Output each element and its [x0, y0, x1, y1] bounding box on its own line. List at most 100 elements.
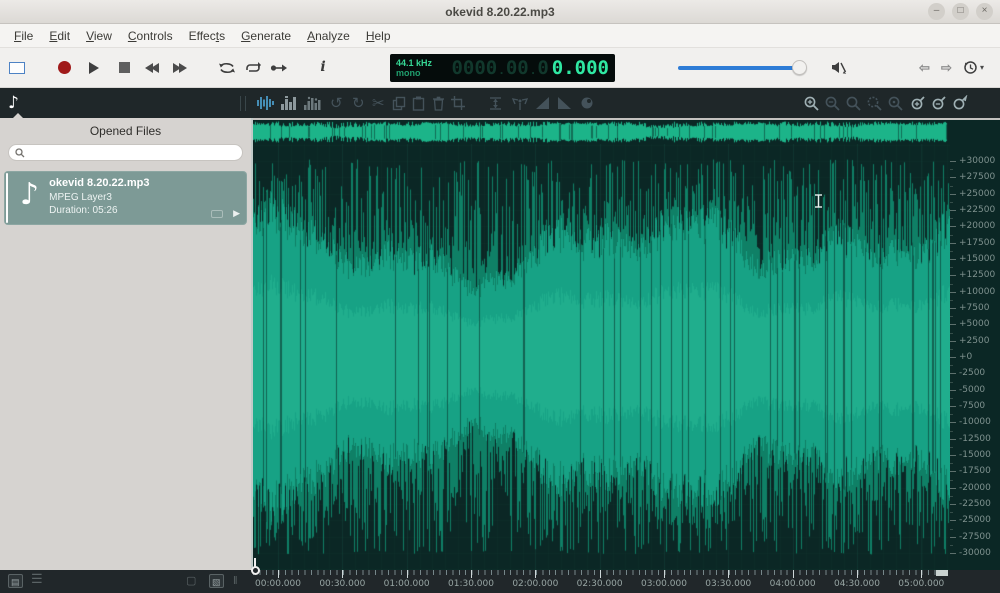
- zoom-original-icon[interactable]: [887, 88, 904, 118]
- waveform-view-icon[interactable]: [256, 88, 274, 118]
- overview-strip[interactable]: [253, 118, 1000, 144]
- amplitude-minor-tick: [950, 169, 953, 171]
- info-button[interactable]: i: [316, 59, 330, 75]
- audio-output-icon[interactable]: [830, 59, 847, 76]
- menu-help[interactable]: Help: [358, 26, 399, 46]
- amplitude-minor-tick: [950, 332, 953, 334]
- time-label: 00:30.000: [319, 579, 366, 589]
- zoom-out-icon[interactable]: [824, 88, 841, 118]
- fade-out-icon[interactable]: [558, 88, 571, 118]
- amplitude-label: +22500: [959, 205, 996, 215]
- cut-icon[interactable]: ✂: [372, 88, 385, 118]
- file-play-icon[interactable]: ▶: [233, 208, 240, 219]
- app-window: okevid 8.20.22.mp3 – □ × File Edit View Con…: [0, 0, 1000, 593]
- minimize-button[interactable]: –: [928, 3, 945, 20]
- play-from-cursor-icon[interactable]: [270, 63, 288, 73]
- history-icon[interactable]: ▾: [962, 59, 984, 75]
- history-dropdown-caret[interactable]: ▾: [980, 63, 984, 72]
- volume-slider[interactable]: [678, 66, 800, 70]
- amplitude-major-tick: [950, 504, 956, 505]
- close-button[interactable]: ×: [976, 3, 993, 20]
- amplitude-major-tick: [950, 291, 956, 293]
- menu-file[interactable]: File: [6, 26, 41, 46]
- play-button[interactable]: [89, 62, 99, 74]
- spectrogram-view-icon[interactable]: [280, 88, 297, 118]
- zoom-selection-icon[interactable]: [866, 88, 883, 118]
- view-toggle-menu-icon[interactable]: ☰: [31, 572, 43, 586]
- record-button[interactable]: [58, 61, 71, 74]
- waveform-area: +30000 +27500 +25000 +22500 +20000 +17500 +150…: [253, 118, 1000, 570]
- amplitude-major-tick: [950, 406, 956, 407]
- delete-icon[interactable]: [432, 88, 445, 118]
- playhead-pin[interactable]: [251, 566, 260, 575]
- selection-tool-icon[interactable]: [9, 62, 25, 74]
- menu-generate[interactable]: Generate: [233, 26, 299, 46]
- vertical-zoom-out-icon[interactable]: [930, 88, 947, 118]
- amplitude-major-tick: [950, 471, 956, 473]
- ibeam-cursor: [815, 194, 822, 208]
- time-ruler[interactable]: 00:00.000 00:30.000 01:00.000 01:30.000 02:0…: [251, 566, 1000, 593]
- levels-icon[interactable]: [488, 88, 503, 118]
- amplitude-major-tick: [950, 210, 956, 211]
- overview-waveform[interactable]: [253, 120, 998, 144]
- stop-button[interactable]: [119, 62, 130, 73]
- redo-icon[interactable]: ↻: [352, 88, 365, 118]
- amplitude-minor-tick: [950, 430, 953, 432]
- toolbar-grip[interactable]: [240, 88, 246, 118]
- effects-icon[interactable]: [580, 88, 594, 118]
- maximize-button[interactable]: □: [952, 3, 969, 20]
- amplitude-minor-tick: [950, 495, 953, 497]
- fade-in-icon[interactable]: [536, 88, 549, 118]
- menu-view[interactable]: View: [78, 26, 120, 46]
- zoom-in-icon[interactable]: [803, 88, 820, 118]
- menu-analyze[interactable]: Analyze: [299, 26, 358, 46]
- navigate-forward-icon[interactable]: ⇨: [941, 60, 952, 76]
- amplitude-label: -5000: [959, 384, 986, 395]
- opened-file-item[interactable]: ♪ okevid 8.20.22.mp3 MPEG Layer3 Duratio…: [4, 171, 247, 225]
- amplitude-minor-tick: [950, 544, 953, 546]
- view-toggle-list-icon[interactable]: ▤: [8, 574, 23, 588]
- fast-forward-button[interactable]: [173, 63, 187, 73]
- undo-icon[interactable]: ↺: [330, 88, 343, 118]
- search-input[interactable]: [29, 146, 236, 159]
- amplitude-label: +2500: [959, 335, 990, 346]
- file-search-box[interactable]: [8, 144, 243, 161]
- amplitude-major-tick: [950, 324, 956, 326]
- expand-icon[interactable]: [512, 88, 528, 118]
- repeat-icon[interactable]: [244, 61, 262, 75]
- amplitude-major-tick: [950, 373, 956, 375]
- zoom-fit-icon[interactable]: [845, 88, 862, 118]
- spectral-view-icon[interactable]: [303, 88, 321, 118]
- titlebar: okevid 8.20.22.mp3 – □ ×: [0, 0, 1000, 24]
- vertical-zoom-in-icon[interactable]: [909, 88, 926, 118]
- time-label: 05:00.000: [898, 579, 945, 589]
- metadata-icon[interactable]: ▧: [209, 574, 224, 588]
- search-icon: [15, 147, 25, 157]
- loop-playback-icon[interactable]: [217, 61, 237, 75]
- menu-edit[interactable]: Edit: [41, 26, 78, 46]
- amplitude-label: -27500: [959, 531, 991, 542]
- amplitude-label: -25000: [959, 515, 991, 526]
- main-waveform[interactable]: [253, 144, 950, 570]
- time-label: 03:00.000: [640, 579, 687, 589]
- snap-icon[interactable]: ‖: [233, 574, 238, 588]
- amplitude-label: -22500: [959, 499, 991, 509]
- volume-slider-handle[interactable]: [792, 60, 807, 75]
- scrollbar-corner: [936, 570, 948, 576]
- amplitude-minor-tick: [950, 397, 953, 399]
- menu-controls[interactable]: Controls: [120, 26, 181, 46]
- menu-effects[interactable]: Effects: [181, 26, 233, 46]
- amplitude-ruler[interactable]: +30000 +27500 +25000 +22500 +20000 +17500 +150…: [950, 144, 1000, 570]
- vertical-zoom-fit-icon[interactable]: [951, 88, 968, 118]
- time-digits: 0000. 00. 0 0.000: [451, 57, 609, 79]
- copy-icon[interactable]: [392, 88, 406, 118]
- properties-icon[interactable]: ▢: [186, 574, 196, 588]
- trim-icon[interactable]: [451, 88, 465, 118]
- rewind-button[interactable]: [145, 63, 159, 73]
- paste-icon[interactable]: [412, 88, 425, 118]
- transport-toolbar: i 44.1 kHz mono 0000. 00. 0 0.000 ⇦ ⇨ ▾: [0, 48, 1000, 88]
- amplitude-label: -30000: [959, 548, 991, 558]
- amplitude-major-tick: [950, 553, 956, 554]
- music-note-icon: ♪: [20, 177, 40, 212]
- navigate-back-icon[interactable]: ⇦: [919, 60, 930, 76]
